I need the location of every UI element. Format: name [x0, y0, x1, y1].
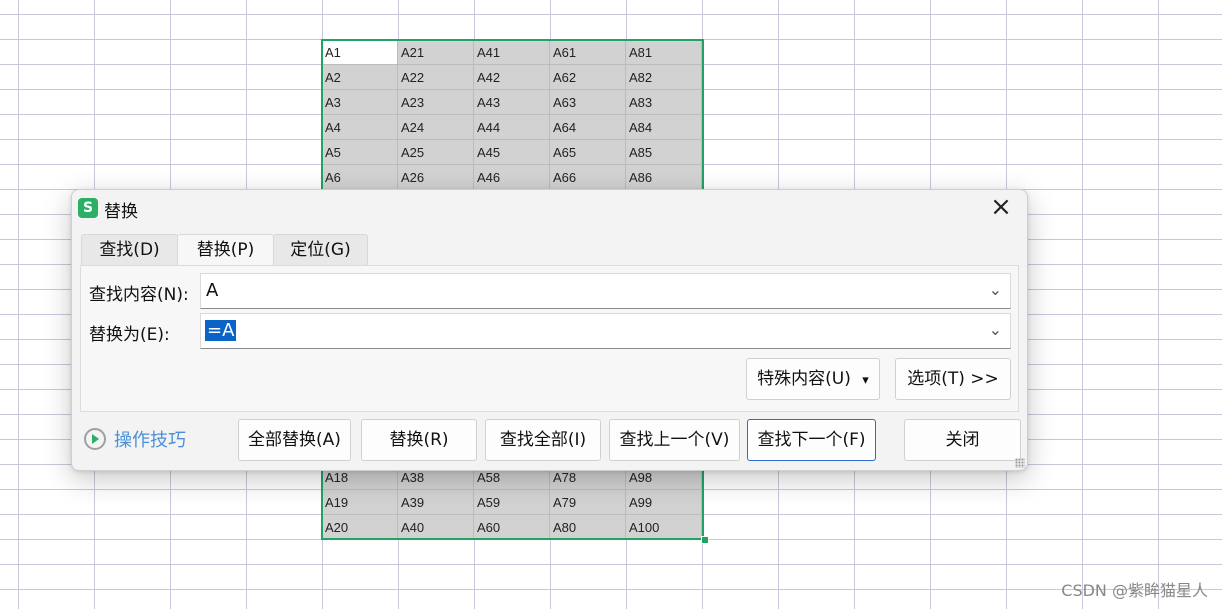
resize-grip[interactable]: [1015, 458, 1025, 468]
chevron-down-icon[interactable]: ⌄: [989, 320, 1002, 339]
spreadsheet-cell[interactable]: A63: [550, 90, 626, 115]
spreadsheet-cell[interactable]: A39: [398, 490, 474, 515]
tab-find[interactable]: 查找(D): [81, 234, 178, 266]
spreadsheet-cell[interactable]: A45: [474, 140, 550, 165]
spreadsheet-cell[interactable]: A100: [626, 515, 702, 540]
spreadsheet-cell[interactable]: A60: [474, 515, 550, 540]
spreadsheet-cell[interactable]: A43: [474, 90, 550, 115]
watermark: CSDN @紫眸猫星人: [1061, 581, 1208, 600]
spreadsheet-cell[interactable]: A61: [550, 40, 626, 65]
find-next-button[interactable]: 查找下一个(F): [747, 419, 876, 461]
replace-combo[interactable]: =A ⌄: [200, 313, 1011, 349]
tab-replace[interactable]: 替换(P): [177, 234, 274, 267]
replace-all-button[interactable]: 全部替换(A): [238, 419, 351, 461]
wps-app-icon: S: [78, 198, 98, 218]
spreadsheet-cell[interactable]: A62: [550, 65, 626, 90]
spreadsheet-cell[interactable]: A84: [626, 115, 702, 140]
spreadsheet-cell[interactable]: A4: [322, 115, 398, 140]
special-content-button[interactable]: 特殊内容(U) ▾: [746, 358, 880, 400]
options-button[interactable]: 选项(T) >>: [895, 358, 1011, 400]
spreadsheet-cell[interactable]: A25: [398, 140, 474, 165]
spreadsheet-cell[interactable]: A23: [398, 90, 474, 115]
spreadsheet-cell[interactable]: A26: [398, 165, 474, 190]
special-content-label: 特殊内容(U): [757, 369, 851, 389]
spreadsheet-cell[interactable]: A3: [322, 90, 398, 115]
spreadsheet-cell[interactable]: A79: [550, 490, 626, 515]
spreadsheet-cell[interactable]: A86: [626, 165, 702, 190]
tab-goto[interactable]: 定位(G): [273, 234, 368, 266]
spreadsheet-cell[interactable]: A85: [626, 140, 702, 165]
tips-label[interactable]: 操作技巧: [114, 430, 186, 451]
spreadsheet-cell[interactable]: A65: [550, 140, 626, 165]
spreadsheet-cell[interactable]: A83: [626, 90, 702, 115]
play-circle-icon: [84, 428, 106, 450]
close-icon[interactable]: ×: [985, 192, 1017, 224]
spreadsheet-cell[interactable]: A40: [398, 515, 474, 540]
replace-button[interactable]: 替换(R): [361, 419, 477, 461]
spreadsheet-cell[interactable]: A46: [474, 165, 550, 190]
spreadsheet-cell[interactable]: A81: [626, 40, 702, 65]
replace-label: 替换为(E):: [89, 325, 170, 345]
replace-panel: 查找内容(N): A ⌄ 替换为(E): =A ⌄ 特殊内容(U) ▾ 选项(T…: [80, 265, 1019, 412]
fill-handle[interactable]: [701, 536, 709, 544]
spreadsheet-cell[interactable]: A5: [322, 140, 398, 165]
spreadsheet-cell[interactable]: A82: [626, 65, 702, 90]
chevron-down-icon[interactable]: ⌄: [989, 280, 1002, 299]
tips-link[interactable]: 操作技巧: [84, 426, 186, 456]
spreadsheet-cell[interactable]: A42: [474, 65, 550, 90]
spreadsheet-cell[interactable]: A24: [398, 115, 474, 140]
close-button[interactable]: 关闭: [904, 419, 1021, 461]
spreadsheet-cell[interactable]: A99: [626, 490, 702, 515]
find-label: 查找内容(N):: [89, 285, 189, 305]
replace-input[interactable]: =A: [205, 320, 237, 341]
find-input[interactable]: A: [206, 280, 218, 301]
spreadsheet-cell[interactable]: A44: [474, 115, 550, 140]
spreadsheet-cell[interactable]: A66: [550, 165, 626, 190]
spreadsheet-cell[interactable]: A2: [322, 65, 398, 90]
spreadsheet-cell[interactable]: A21: [398, 40, 474, 65]
spreadsheet-cell[interactable]: A20: [322, 515, 398, 540]
spreadsheet-cell[interactable]: A22: [398, 65, 474, 90]
dialog-titlebar[interactable]: S 替换 ×: [72, 190, 1027, 226]
replace-dialog: S 替换 × 查找(D) 替换(P) 定位(G) 查找内容(N): A ⌄ 替换…: [71, 189, 1028, 471]
spreadsheet-cell[interactable]: A41: [474, 40, 550, 65]
find-all-button[interactable]: 查找全部(I): [485, 419, 601, 461]
dialog-title: 替换: [104, 202, 138, 222]
dropdown-arrow-icon: ▾: [862, 373, 869, 388]
spreadsheet-cell[interactable]: A80: [550, 515, 626, 540]
find-combo[interactable]: A ⌄: [200, 273, 1011, 309]
spreadsheet-cell[interactable]: A64: [550, 115, 626, 140]
spreadsheet-cell[interactable]: A59: [474, 490, 550, 515]
spreadsheet-cell[interactable]: A6: [322, 165, 398, 190]
spreadsheet-cell[interactable]: A19: [322, 490, 398, 515]
spreadsheet-cell[interactable]: A1: [322, 40, 398, 65]
find-previous-button[interactable]: 查找上一个(V): [609, 419, 740, 461]
